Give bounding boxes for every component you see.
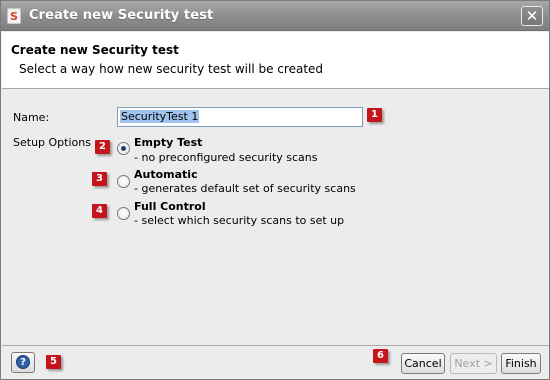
marker-6: 6 [373, 349, 388, 363]
option-full-control-title[interactable]: Full Control [134, 200, 206, 213]
dialog-header: Create new Security test Select a way ho… [2, 32, 549, 89]
window-title: Create new Security test [29, 8, 214, 23]
name-input[interactable]: SecurityTest 1 [117, 107, 363, 127]
help-button[interactable]: ? [11, 352, 35, 373]
marker-5: 5 [46, 355, 61, 369]
marker-3: 3 [92, 172, 107, 186]
header-subtitle: Select a way how new security test will … [19, 62, 324, 76]
option-empty-test-desc: - no preconfigured security scans [134, 151, 318, 164]
help-question-icon: ? [16, 355, 30, 369]
next-button[interactable]: Next > [450, 353, 497, 374]
marker-4: 4 [92, 204, 107, 218]
soapui-icon: S [7, 8, 21, 24]
cancel-button[interactable]: Cancel [401, 353, 445, 374]
marker-1: 1 [367, 108, 382, 122]
title-bar[interactable]: S Create new Security test ✕ [1, 1, 549, 31]
close-icon: ✕ [525, 7, 539, 25]
radio-automatic[interactable] [117, 175, 130, 188]
close-button[interactable]: ✕ [521, 6, 543, 26]
footer-divider [2, 345, 549, 346]
finish-button[interactable]: Finish [501, 353, 541, 374]
dialog-window: S Create new Security test ✕ Create new … [0, 0, 550, 380]
name-input-value: SecurityTest 1 [120, 110, 200, 123]
option-automatic-desc: - generates default set of security scan… [134, 182, 356, 195]
header-title: Create new Security test [11, 43, 179, 57]
option-automatic-title[interactable]: Automatic [134, 168, 198, 181]
setup-options-label: Setup Options [13, 136, 91, 149]
option-empty-test-title[interactable]: Empty Test [134, 136, 202, 149]
radio-empty-test[interactable] [117, 142, 130, 155]
name-label: Name: [13, 111, 50, 124]
marker-2: 2 [95, 140, 110, 154]
radio-full-control[interactable] [117, 207, 130, 220]
option-full-control-desc: - select which security scans to set up [134, 214, 345, 227]
